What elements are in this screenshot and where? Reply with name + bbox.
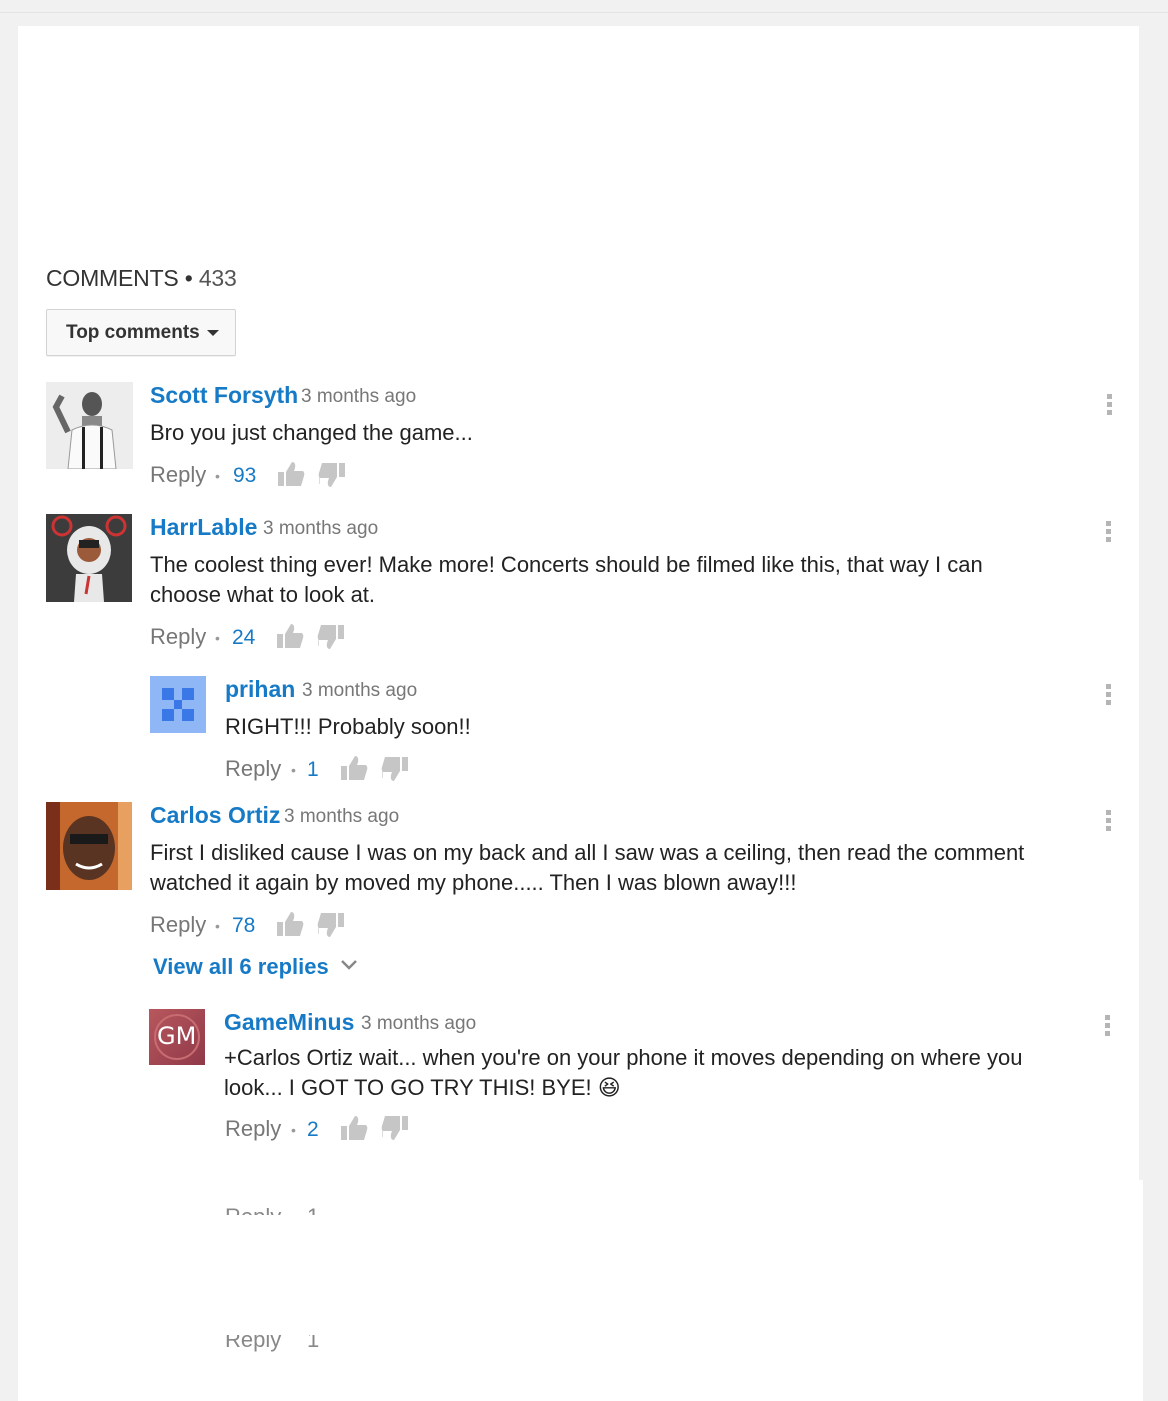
thumbs-down-icon[interactable] <box>317 912 345 943</box>
avatar-pattern-icon <box>150 676 206 733</box>
thumbs-down-icon[interactable] <box>318 462 346 493</box>
thumbs-up-icon[interactable] <box>276 911 304 942</box>
more-vert-icon[interactable] <box>1106 810 1112 834</box>
thumbs-down-icon[interactable] <box>381 756 409 787</box>
comment-time[interactable]: 3 months ago <box>284 806 399 828</box>
like-count: 1 <box>307 1204 319 1215</box>
comment-text: The coolest thing ever! Make more! Conce… <box>150 552 983 607</box>
comment-author[interactable]: Carlos Ortiz <box>150 802 280 829</box>
more-vert-icon[interactable] <box>1106 521 1112 545</box>
like-count: 93 <box>233 464 257 487</box>
separator-dot: • <box>215 918 220 934</box>
view-all-replies-link[interactable]: View all 6 replies <box>153 954 329 980</box>
comment-time[interactable]: 3 months ago <box>302 680 417 702</box>
comment-text: Bro you just changed the game... <box>150 420 473 445</box>
reply-button[interactable]: Reply <box>225 1204 281 1215</box>
thumbs-up-icon[interactable] <box>340 1115 368 1146</box>
comment-author[interactable]: Scott Forsyth <box>150 382 298 409</box>
separator-dot: • <box>291 762 296 778</box>
truncated-area: Reply 1 Reply 1 <box>18 1180 1143 1401</box>
thumbs-down-icon[interactable] <box>317 624 345 655</box>
header-separator: • <box>184 265 193 291</box>
separator-dot: • <box>215 630 220 646</box>
avatar-photo-icon <box>46 382 133 469</box>
avatar[interactable] <box>150 676 206 733</box>
laughing-emoji-icon: 😆 <box>597 1075 621 1100</box>
separator-dot: • <box>291 1122 296 1138</box>
avatar-photo-icon <box>46 514 132 602</box>
reply-button[interactable]: Reply <box>150 912 206 938</box>
reply-button[interactable]: Reply <box>150 624 206 650</box>
comment-text: RIGHT!!! Probably soon!! <box>225 714 471 739</box>
chevron-down-icon[interactable] <box>340 958 358 977</box>
thumbs-up-icon[interactable] <box>276 623 304 654</box>
comment-author[interactable]: HarrLable <box>150 514 257 541</box>
avatar[interactable] <box>46 382 133 469</box>
sort-dropdown-button[interactable]: Top comments <box>46 309 236 356</box>
comments-title: COMMENTS <box>46 265 179 291</box>
thumbs-up-icon[interactable] <box>277 461 305 492</box>
avatar-photo-icon <box>46 802 132 890</box>
comment-time[interactable]: 3 months ago <box>301 386 416 408</box>
sort-label: Top comments <box>66 322 200 343</box>
thumbs-up-icon[interactable] <box>340 755 368 786</box>
avatar[interactable] <box>46 514 132 602</box>
avatar[interactable]: GM <box>149 1009 205 1065</box>
avatar[interactable] <box>46 802 132 890</box>
more-vert-icon[interactable] <box>1105 1015 1111 1039</box>
like-count: 78 <box>232 914 256 937</box>
more-vert-icon[interactable] <box>1106 684 1112 708</box>
thumbs-down-icon[interactable] <box>381 1115 409 1146</box>
comments-count: 433 <box>198 265 237 291</box>
reply-button[interactable]: Reply <box>150 462 206 488</box>
reply-button[interactable]: Reply <box>225 1116 281 1142</box>
more-vert-icon[interactable] <box>1107 394 1113 418</box>
comment-author[interactable]: GameMinus <box>224 1009 354 1036</box>
comment-author[interactable]: prihan <box>225 676 295 703</box>
like-count: 1 <box>307 1335 320 1352</box>
comment-time[interactable]: 3 months ago <box>361 1013 476 1035</box>
partial-row-clip: Reply 1 <box>18 1204 1143 1215</box>
avatar-initials: GM <box>157 1022 197 1050</box>
like-count: 1 <box>307 758 319 781</box>
top-divider <box>0 0 1168 13</box>
like-count: 2 <box>307 1118 319 1141</box>
caret-down-icon <box>207 330 219 336</box>
comment-time[interactable]: 3 months ago <box>263 518 378 540</box>
comment-text: +Carlos Ortiz wait... when you're on you… <box>224 1043 1084 1103</box>
reply-button[interactable]: Reply <box>225 1335 281 1353</box>
comment-body: +Carlos Ortiz wait... when you're on you… <box>224 1045 1023 1100</box>
like-count: 24 <box>232 626 256 649</box>
separator-dot: • <box>215 468 220 484</box>
comments-header: COMMENTS • 433 <box>46 265 237 292</box>
reply-button[interactable]: Reply <box>225 756 281 782</box>
partial-row-clip: Reply 1 <box>18 1335 1143 1355</box>
comment-text: First I disliked cause I was on my back … <box>150 840 1025 895</box>
